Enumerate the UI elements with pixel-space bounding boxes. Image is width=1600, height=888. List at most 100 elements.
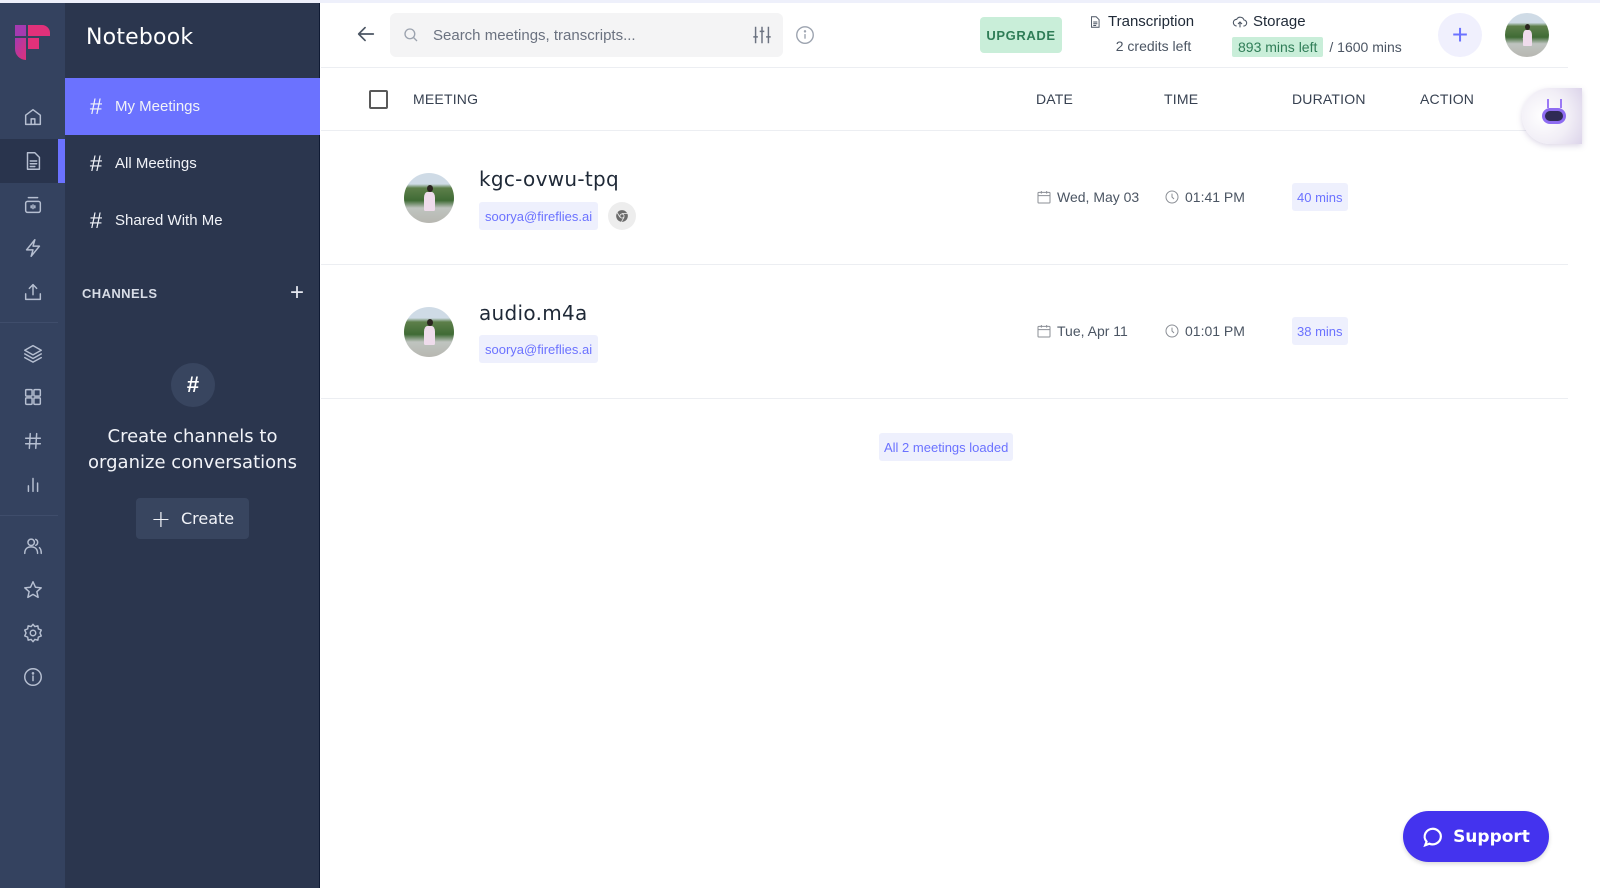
icon-rail	[0, 0, 65, 888]
sidebar-item-shared-with-me[interactable]: # Shared With Me	[65, 192, 320, 249]
plus-icon: +	[150, 504, 171, 533]
sidebar-item-label: All Meetings	[115, 155, 197, 172]
hashtag-icon	[24, 432, 41, 450]
sidebar-title: Notebook	[86, 25, 194, 50]
meeting-title[interactable]: audio.m4a	[479, 301, 588, 325]
meeting-time: 01:41 PM	[1164, 189, 1245, 205]
user-avatar[interactable]	[1505, 13, 1549, 57]
hashtag-icon: #	[89, 93, 103, 119]
select-all-checkbox[interactable]	[369, 90, 388, 109]
channels-header: CHANNELS +	[82, 281, 304, 305]
bot-antenna	[1547, 99, 1549, 108]
rail-topics[interactable]	[0, 226, 65, 270]
search-bar	[390, 13, 783, 57]
hashtag-icon: #	[89, 207, 103, 233]
channels-empty-message: Create channels to organize conversation…	[88, 426, 297, 473]
rail-favorites[interactable]	[0, 568, 65, 612]
meeting-duration: 38 mins	[1292, 317, 1348, 345]
add-meeting-button[interactable]: +	[1438, 13, 1482, 57]
support-button[interactable]: Support	[1403, 811, 1549, 862]
meeting-date: Wed, May 03	[1036, 189, 1139, 205]
column-time[interactable]: TIME	[1164, 91, 1198, 107]
rail-apps[interactable]	[0, 375, 65, 419]
meeting-time-text: 01:41 PM	[1185, 189, 1245, 205]
rail-channels[interactable]	[0, 419, 65, 463]
settings-icon	[23, 623, 42, 643]
filter-sliders-icon[interactable]	[751, 24, 773, 46]
top-header: UPGRADE Transcription 2 credits left Sto…	[321, 3, 1568, 68]
bot-antenna	[1560, 99, 1562, 108]
meeting-owner-email[interactable]: soorya@fireflies.ai	[479, 202, 599, 230]
rail-home[interactable]	[0, 95, 65, 139]
sidebar-item-all-meetings[interactable]: # All Meetings	[65, 135, 320, 192]
column-duration[interactable]: DURATION	[1292, 91, 1366, 107]
document-icon	[1091, 15, 1100, 28]
info-icon	[23, 668, 42, 686]
home-icon	[24, 108, 41, 126]
meeting-time-text: 01:01 PM	[1185, 323, 1245, 339]
column-meeting[interactable]: MEETING	[413, 91, 478, 107]
create-channel-label: Create	[180, 509, 235, 528]
search-info-button[interactable]	[794, 24, 816, 46]
rail-settings[interactable]	[0, 611, 65, 655]
sidebar-item-my-meetings[interactable]: # My Meetings	[65, 78, 320, 135]
search-icon	[402, 26, 420, 44]
meetings-icon	[24, 196, 41, 214]
hashtag-icon: #	[89, 150, 103, 176]
avatar-image	[404, 307, 454, 357]
team-icon	[23, 538, 42, 555]
storage-total: / 1600 mins	[1329, 39, 1402, 55]
star-icon	[23, 581, 42, 599]
column-action: ACTION	[1420, 91, 1475, 107]
meeting-title[interactable]: kgc-ovwu-tpq	[479, 167, 619, 191]
notebook-icon	[26, 152, 40, 170]
meeting-date-text: Wed, May 03	[1057, 189, 1140, 205]
avatar-image	[1505, 13, 1549, 57]
rail-upload[interactable]	[0, 270, 65, 314]
notebook-sidebar: Notebook # My Meetings # All Meetings # …	[65, 0, 320, 888]
chat-bubble-icon	[1423, 827, 1442, 847]
upgrade-button[interactable]: UPGRADE	[980, 17, 1062, 53]
add-channel-button[interactable]: +	[290, 281, 304, 305]
column-date[interactable]: DATE	[1036, 91, 1073, 107]
top-border	[0, 0, 1600, 3]
back-button[interactable]	[355, 23, 377, 45]
support-label: Support	[1453, 826, 1530, 847]
analytics-icon	[27, 477, 38, 493]
storage-usage[interactable]: Storage 893 mins left / 1600 mins	[1232, 13, 1432, 57]
meeting-time: 01:01 PM	[1164, 323, 1245, 339]
arrow-left-icon	[357, 26, 375, 42]
search-input[interactable]	[433, 26, 733, 44]
apps-grid-icon	[24, 388, 41, 406]
table-header: MEETING DATE TIME DURATION ACTION	[321, 69, 1568, 131]
meeting-duration: 40 mins	[1292, 183, 1348, 211]
meeting-owner-avatar	[404, 307, 454, 357]
create-channel-button[interactable]: + Create	[136, 498, 249, 539]
sidebar-item-label: Shared With Me	[115, 212, 223, 229]
lightning-icon	[25, 239, 40, 257]
channels-empty-icon: #	[171, 363, 215, 407]
meetings-loaded-status: All 2 meetings loaded	[879, 433, 1014, 461]
storage-title: Storage	[1253, 13, 1306, 30]
rail-info[interactable]	[0, 655, 65, 699]
rail-divider	[0, 322, 58, 323]
rail-analytics[interactable]	[0, 462, 65, 506]
table-row[interactable]: kgc-ovwu-tpq soorya@fireflies.ai Wed, Ma…	[321, 131, 1568, 265]
rail-divider	[0, 515, 58, 516]
fireflies-logo-icon[interactable]	[14, 24, 50, 60]
transcription-credits[interactable]: Transcription 2 credits left	[1088, 13, 1213, 54]
rail-integrations[interactable]	[0, 331, 65, 375]
robot-face	[1545, 111, 1563, 121]
avatar-image	[404, 173, 454, 223]
rail-team[interactable]	[0, 524, 65, 568]
cloud-upload-icon	[1232, 16, 1248, 27]
meeting-owner-email[interactable]: soorya@fireflies.ai	[479, 335, 599, 363]
channels-empty-text: Create channels to organize conversation…	[65, 424, 320, 476]
table-row[interactable]: audio.m4a soorya@fireflies.ai Tue, Apr 1…	[321, 265, 1568, 399]
rail-notebook[interactable]	[0, 139, 65, 183]
layers-icon	[23, 344, 42, 363]
transcription-title: Transcription	[1108, 13, 1195, 30]
sidebar-item-label: My Meetings	[115, 98, 201, 115]
meeting-owner-avatar	[404, 173, 454, 223]
rail-meetings[interactable]	[0, 183, 65, 227]
